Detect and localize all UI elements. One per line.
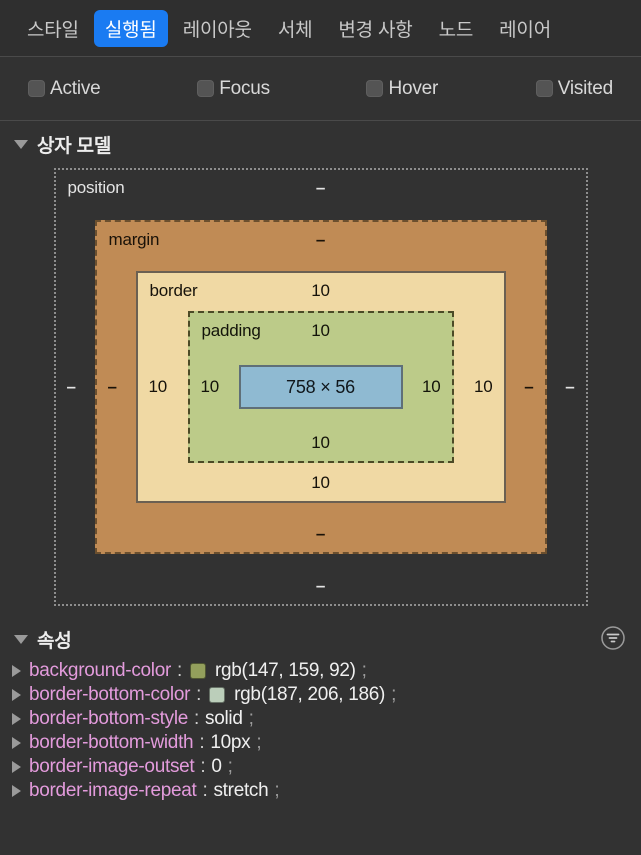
pseudo-toggle-hover[interactable]: Hover — [366, 78, 535, 100]
property-name: border-bottom-style — [29, 708, 189, 729]
chevron-right-icon[interactable] — [12, 665, 21, 677]
border-top-value[interactable]: 10 — [311, 281, 330, 301]
content-size-value: 758 × 56 — [286, 376, 355, 397]
property-semicolon: ; — [256, 732, 262, 753]
chevron-right-icon[interactable] — [12, 761, 21, 773]
property-semicolon: ; — [361, 660, 367, 681]
properties-section-title: 속성 — [37, 631, 72, 652]
property-colon: : — [194, 708, 200, 729]
property-semicolon: ; — [248, 708, 254, 729]
property-name: border-image-repeat — [29, 780, 197, 801]
padding-top-value[interactable]: 10 — [311, 321, 330, 341]
margin-label: margin — [108, 230, 160, 249]
property-semicolon: ; — [391, 684, 397, 705]
property-row-border-bottom-width[interactable]: border-bottom-width : 10px ; — [0, 731, 641, 755]
property-name: border-bottom-color — [29, 684, 191, 705]
property-name: border-image-outset — [29, 756, 195, 777]
property-value[interactable]: 10px — [210, 732, 250, 754]
color-swatch[interactable] — [190, 663, 206, 679]
tab-node[interactable]: 노드 — [428, 10, 485, 47]
property-semicolon: ; — [274, 780, 280, 801]
position-bottom-value[interactable]: – — [316, 576, 325, 596]
pseudo-label-hover: Hover — [388, 77, 439, 99]
properties-list: background-color : rgb(147, 159, 92) ; b… — [0, 659, 641, 803]
chevron-down-icon[interactable] — [14, 140, 28, 149]
visited-checkbox[interactable] — [535, 80, 553, 97]
position-top-value[interactable]: – — [316, 178, 325, 198]
property-colon: : — [196, 684, 202, 705]
property-colon: : — [202, 780, 208, 801]
active-checkbox[interactable] — [28, 80, 45, 97]
border-label: border — [149, 281, 198, 300]
border-left-value[interactable]: 10 — [149, 377, 168, 397]
padding-label: padding — [201, 321, 261, 340]
tab-style[interactable]: 스타일 — [16, 10, 90, 47]
property-name: background-color — [29, 660, 172, 681]
color-swatch[interactable] — [209, 687, 226, 703]
property-row-border-image-repeat[interactable]: border-image-repeat : stretch ; — [0, 779, 641, 803]
pseudo-class-toggle-row: Active Focus Hover Visited — [0, 57, 641, 121]
property-colon: : — [199, 732, 205, 753]
properties-section-header[interactable]: 속성 — [0, 616, 641, 659]
border-right-value[interactable]: 10 — [474, 377, 493, 397]
margin-right-value[interactable]: – — [524, 377, 533, 397]
position-left-value[interactable]: – — [67, 377, 76, 397]
margin-bottom-value[interactable]: – — [316, 524, 325, 544]
property-name: border-bottom-width — [29, 732, 194, 753]
property-row-border-bottom-style[interactable]: border-bottom-style : solid ; — [0, 707, 641, 731]
tab-font[interactable]: 서체 — [267, 10, 324, 47]
focus-checkbox[interactable] — [197, 80, 215, 97]
inspector-tab-bar: 스타일 실행됨 레이아웃 서체 변경 사항 노드 레이어 — [0, 0, 641, 57]
property-value[interactable]: solid — [205, 708, 243, 730]
margin-top-value[interactable]: – — [316, 230, 325, 250]
property-colon: : — [200, 756, 206, 777]
tab-computed[interactable]: 실행됨 — [93, 9, 168, 47]
padding-bottom-value[interactable]: 10 — [311, 433, 330, 453]
position-right-value[interactable]: – — [565, 377, 574, 397]
pseudo-label-active: Active — [50, 77, 101, 99]
box-model-position-layer[interactable]: position – – – – margin – – – – border 1… — [53, 168, 588, 606]
box-model-section-title: 상자 모델 — [37, 136, 112, 157]
border-bottom-value[interactable]: 10 — [311, 473, 330, 493]
pseudo-toggle-visited[interactable]: Visited — [535, 77, 613, 100]
property-semicolon: ; — [227, 756, 233, 777]
hover-checkbox[interactable] — [366, 80, 384, 97]
property-colon: : — [177, 660, 182, 681]
tab-changes[interactable]: 변경 사항 — [327, 10, 423, 47]
box-model-content-box[interactable]: 758 × 56 — [238, 365, 403, 409]
property-value[interactable]: stretch — [213, 780, 268, 802]
property-row-background-color[interactable]: background-color : rgb(147, 159, 92) ; — [0, 659, 641, 683]
chevron-right-icon[interactable] — [12, 689, 21, 701]
chevron-right-icon[interactable] — [12, 737, 21, 749]
property-row-border-image-outset[interactable]: border-image-outset : 0 ; — [0, 755, 641, 779]
position-label: position — [67, 178, 125, 197]
pseudo-toggle-focus[interactable]: Focus — [197, 78, 366, 100]
box-model-section-header[interactable]: 상자 모델 — [0, 121, 641, 164]
padding-left-value[interactable]: 10 — [201, 377, 220, 397]
box-model-padding-layer[interactable]: padding 10 10 10 10 758 × 56 — [187, 311, 454, 463]
tab-layer[interactable]: 레이어 — [488, 10, 562, 47]
filter-icon[interactable] — [599, 624, 627, 652]
property-value[interactable]: rgb(147, 159, 92) — [215, 660, 356, 682]
box-model-margin-layer[interactable]: margin – – – – border 10 10 10 10 paddin… — [94, 220, 547, 554]
chevron-down-icon[interactable] — [14, 635, 28, 644]
padding-right-value[interactable]: 10 — [422, 377, 441, 397]
property-value[interactable]: 0 — [211, 756, 222, 778]
tab-layout[interactable]: 레이아웃 — [172, 10, 263, 47]
property-value[interactable]: rgb(187, 206, 186) — [234, 684, 385, 706]
pseudo-label-visited: Visited — [557, 77, 613, 99]
chevron-right-icon[interactable] — [12, 713, 21, 725]
pseudo-toggle-active[interactable]: Active — [28, 78, 197, 100]
property-row-border-bottom-color[interactable]: border-bottom-color : rgb(187, 206, 186)… — [0, 683, 641, 707]
box-model-diagram: position – – – – margin – – – – border 1… — [0, 164, 641, 616]
pseudo-label-focus: Focus — [219, 77, 270, 99]
box-model-border-layer[interactable]: border 10 10 10 10 padding 10 10 10 10 7… — [135, 271, 506, 503]
chevron-right-icon[interactable] — [12, 785, 21, 797]
margin-left-value[interactable]: – — [108, 377, 117, 397]
